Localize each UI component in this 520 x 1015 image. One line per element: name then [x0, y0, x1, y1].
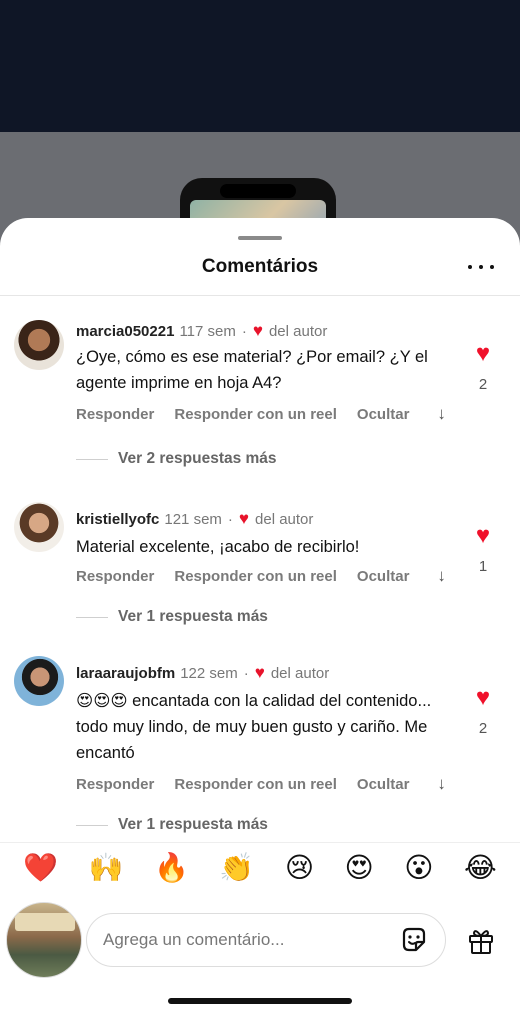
header-divider [0, 295, 520, 296]
comment-meta: laraaraujobfm 122 sem · ♥ del autor [76, 663, 329, 683]
sheet-title: Comentários [201, 256, 319, 277]
separator-dot: · [243, 664, 249, 682]
view-replies[interactable]: Ver 2 respuestas más [76, 450, 277, 468]
author-heart-icon: ♥ [252, 321, 263, 340]
emoji-reaction-bar: ❤️ 🙌 🔥 👏 😢 😍 😮 😂 [0, 842, 520, 892]
avatar[interactable] [14, 320, 64, 370]
like-control[interactable]: ♥ 2 [468, 342, 498, 394]
like-heart-icon[interactable]: ♥ [468, 524, 498, 548]
like-control[interactable]: ♥ 2 [468, 686, 498, 738]
home-indicator[interactable] [168, 998, 352, 1004]
emoji-heart[interactable]: ❤️ [23, 852, 58, 883]
author-badge: del autor [270, 664, 330, 682]
sticker-icon[interactable] [399, 925, 429, 955]
comment-item: kristiellyofc 121 sem · ♥ del autor Mate… [0, 502, 520, 626]
reply-button[interactable]: Responder [76, 776, 154, 793]
separator-dot: · [241, 322, 247, 340]
view-replies-label[interactable]: Ver 2 respuestas más [118, 450, 277, 468]
emoji-heart-eyes[interactable]: 😍 [345, 852, 374, 883]
comment-text: ¿Oye, cómo es ese material? ¿Por email? … [76, 348, 428, 392]
more-options-button[interactable] [466, 256, 496, 278]
comment-username[interactable]: marcia050221 [76, 323, 174, 340]
comment-actions: Responder Responder con un reel Ocultar … [76, 774, 466, 794]
like-heart-icon[interactable]: ♥ [468, 342, 498, 366]
arrow-down-icon[interactable]: ↓ [437, 404, 446, 424]
avatar-image-detail [15, 913, 75, 931]
comments-sheet: Comentários marcia050221 117 sem · ♥ del… [0, 218, 520, 1015]
view-replies[interactable]: Ver 1 respuesta más [76, 608, 268, 626]
comment-actions: Responder Responder con un reel Ocultar … [76, 404, 466, 424]
reply-with-reel-button[interactable]: Responder con un reel [174, 568, 337, 585]
more-dot [479, 265, 483, 269]
reply-with-reel-button[interactable]: Responder con un reel [174, 776, 337, 793]
comment-username[interactable]: laraaraujobfm [76, 665, 175, 682]
replies-line [76, 616, 108, 618]
comment-text: Material excelente, ¡acabo de recibirlo! [76, 538, 360, 556]
emoji-clap[interactable]: 👏 [219, 852, 254, 883]
separator-dot: · [227, 510, 233, 528]
more-dot [490, 265, 494, 269]
comment-time: 122 sem [180, 664, 238, 682]
comment-input[interactable] [103, 930, 399, 950]
comment-item: laraaraujobfm 122 sem · ♥ del autor 😍😍😍 … [0, 656, 520, 833]
like-count: 1 [478, 558, 488, 575]
more-dot [468, 265, 472, 269]
replies-line [76, 824, 108, 826]
view-replies-label[interactable]: Ver 1 respuesta más [118, 608, 268, 626]
view-replies-label[interactable]: Ver 1 respuesta más [118, 816, 268, 834]
author-heart-icon: ♥ [238, 509, 250, 528]
like-count: 2 [478, 720, 488, 737]
emoji-fire[interactable]: 🔥 [154, 852, 189, 883]
like-heart-icon[interactable]: ♥ [468, 686, 498, 710]
comment-meta: kristiellyofc 121 sem · ♥ del autor [76, 509, 313, 529]
comment-time: 117 sem [179, 322, 236, 340]
hide-button[interactable]: Ocultar [357, 776, 410, 793]
comment-meta: marcia050221 117 sem · ♥ del autor [76, 321, 327, 341]
gift-icon[interactable] [466, 926, 496, 956]
avatar[interactable] [14, 656, 64, 706]
replies-line [76, 458, 108, 460]
emoji-crying[interactable]: 😢 [285, 852, 314, 883]
comment-text: 😍😍😍 encantada con la calidad del conteni… [76, 692, 432, 762]
comment-actions: Responder Responder con un reel Ocultar … [76, 566, 466, 586]
hide-button[interactable]: Ocultar [357, 406, 410, 423]
phone-notch [220, 184, 296, 198]
author-badge: del autor [255, 510, 314, 528]
sheet-grabber[interactable] [238, 236, 282, 240]
emoji-surprised[interactable]: 😮 [404, 852, 433, 883]
avatar[interactable] [14, 502, 64, 552]
author-heart-icon: ♥ [254, 663, 265, 682]
arrow-down-icon[interactable]: ↓ [437, 774, 446, 794]
arrow-down-icon[interactable]: ↓ [437, 566, 446, 586]
current-user-avatar[interactable] [6, 902, 82, 978]
view-replies[interactable]: Ver 1 respuesta más [76, 816, 268, 834]
reply-button[interactable]: Responder [76, 568, 154, 585]
comment-item: marcia050221 117 sem · ♥ del autor ¿Oye,… [0, 318, 520, 478]
reply-button[interactable]: Responder [76, 406, 154, 423]
author-badge: del autor [268, 322, 328, 340]
backdrop-top [0, 0, 520, 132]
like-count: 2 [478, 376, 488, 393]
comment-username[interactable]: kristiellyofc [76, 511, 159, 528]
reply-with-reel-button[interactable]: Responder con un reel [174, 406, 337, 423]
hide-button[interactable]: Ocultar [357, 568, 410, 585]
emoji-raising-hands[interactable]: 🙌 [89, 852, 124, 883]
like-control[interactable]: ♥ 1 [468, 524, 498, 576]
comment-input-wrapper[interactable] [86, 913, 446, 967]
comment-time: 121 sem [164, 510, 222, 528]
emoji-laughing[interactable]: 😂 [464, 852, 497, 883]
